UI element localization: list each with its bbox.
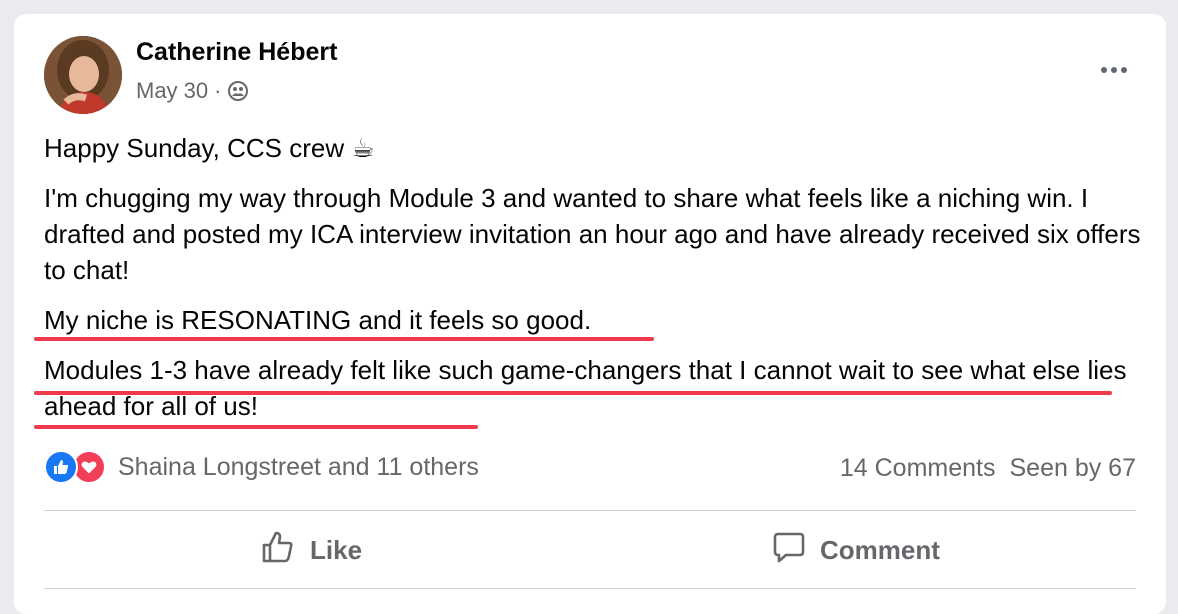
highlight-underline bbox=[34, 391, 1112, 395]
seen-by-count[interactable]: Seen by 67 bbox=[1010, 454, 1137, 483]
meta-separator: · bbox=[214, 78, 222, 103]
more-options-button[interactable] bbox=[1094, 56, 1134, 84]
more-dot-icon bbox=[1121, 67, 1127, 73]
more-dot-icon bbox=[1111, 67, 1117, 73]
more-dot-icon bbox=[1101, 67, 1107, 73]
reactions-summary[interactable]: Shaina Longstreet and 11 others bbox=[44, 450, 479, 484]
comments-count[interactable]: 14 Comments bbox=[840, 454, 996, 483]
post-paragraph-update: I'm chugging my way through Module 3 and… bbox=[44, 183, 1141, 285]
like-icon bbox=[260, 529, 296, 572]
like-label: Like bbox=[310, 534, 363, 565]
comment-icon bbox=[772, 530, 806, 571]
post-paragraph-greeting: Happy Sunday, CCS crew ☕ bbox=[44, 133, 375, 163]
reactions-text[interactable]: Shaina Longstreet and 11 others bbox=[118, 453, 479, 482]
divider-bottom bbox=[44, 588, 1136, 589]
group-audience-icon bbox=[227, 80, 249, 102]
post-date[interactable]: May 30 bbox=[136, 78, 208, 104]
highlight-underline bbox=[34, 337, 654, 341]
divider-top bbox=[44, 510, 1136, 511]
post-card: Catherine Hébert May 30 · Happy Sunday, … bbox=[14, 14, 1166, 614]
comment-button[interactable]: Comment bbox=[772, 528, 940, 572]
like-reaction-icon bbox=[44, 450, 78, 484]
post-stats: 14 Comments Seen by 67 bbox=[840, 454, 1136, 483]
like-button[interactable]: Like bbox=[260, 528, 362, 572]
author-name[interactable]: Catherine Hébert bbox=[136, 38, 337, 67]
post-paragraph-niche: My niche is RESONATING and it feels so g… bbox=[44, 305, 592, 335]
highlight-underline bbox=[34, 425, 478, 429]
author-avatar[interactable] bbox=[44, 36, 122, 114]
post-meta: May 30 · bbox=[136, 78, 249, 104]
post-paragraph-modules: Modules 1-3 have already felt like such … bbox=[44, 355, 1127, 421]
comment-label: Comment bbox=[820, 534, 940, 565]
